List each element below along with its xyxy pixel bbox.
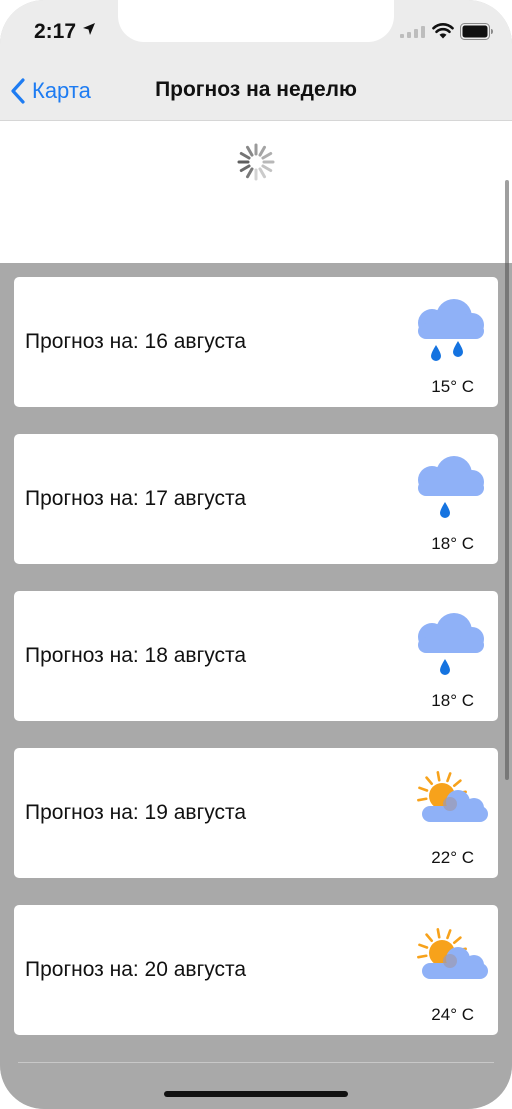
location-arrow-icon — [83, 23, 95, 35]
notch — [118, 0, 394, 42]
cellular-signal-icon — [400, 26, 425, 38]
forecast-date-label: Прогноз на: 17 августа — [25, 487, 247, 510]
back-button[interactable]: Карта — [10, 76, 91, 106]
forecast-card-17[interactable]: Прогноз на: 17 августа 18° C — [14, 434, 498, 564]
cloud-heavy-rain-icon — [418, 299, 484, 361]
back-button-label: Карта — [32, 78, 91, 103]
chevron-left-icon — [11, 78, 25, 104]
forecast-card-20[interactable]: Прогноз на: 20 августа 24° C — [14, 905, 498, 1035]
forecast-card-19[interactable]: Прогноз на: 19 августа 22° C — [14, 748, 498, 878]
forecast-date-label: Прогноз на: 18 августа — [25, 644, 247, 667]
sun-behind-cloud-icon — [417, 928, 488, 979]
scrollbar[interactable] — [505, 180, 509, 780]
navigation-bar: Карта Прогноз на неделю — [0, 60, 512, 121]
cloud-light-rain-icon — [418, 456, 484, 518]
status-time: 2:17 — [34, 20, 77, 43]
list-separator — [18, 1062, 494, 1063]
forecast-date-label: Прогноз на: 16 августа — [25, 330, 247, 353]
phone-screen: 2:17 Карта Прогноз на неделю Прогноз на:… — [0, 0, 512, 1109]
forecast-temperature: 15° C — [431, 377, 474, 396]
status-bar: 2:17 — [0, 0, 512, 60]
sun-behind-cloud-icon — [417, 771, 488, 822]
home-indicator[interactable] — [164, 1091, 348, 1097]
forecast-temperature: 24° C — [431, 1005, 474, 1024]
forecast-card-16[interactable]: Прогноз на: 16 августа 15° C — [14, 277, 498, 407]
cloud-light-rain-icon — [418, 613, 484, 675]
battery-icon — [460, 23, 493, 40]
forecast-temperature: 18° C — [431, 691, 474, 710]
wifi-icon — [432, 23, 454, 39]
forecast-card-18[interactable]: Прогноз на: 18 августа 18° C — [14, 591, 498, 721]
forecast-date-label: Прогноз на: 20 августа — [25, 958, 247, 981]
activity-spinner-icon — [237, 143, 275, 181]
forecast-temperature: 18° C — [431, 534, 474, 553]
forecast-date-label: Прогноз на: 19 августа — [25, 801, 247, 824]
forecast-temperature: 22° C — [431, 848, 474, 867]
